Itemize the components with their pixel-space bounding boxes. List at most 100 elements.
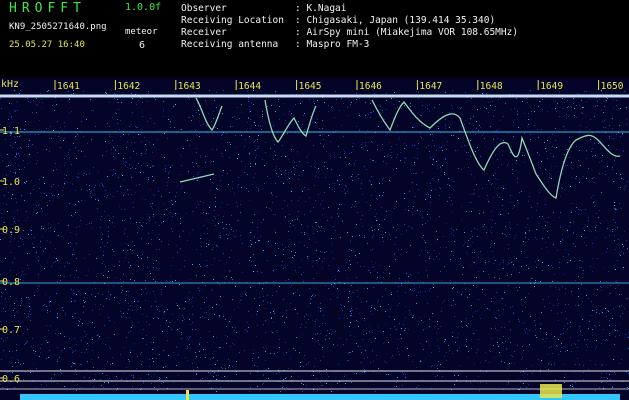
- noise-pixel: [468, 246, 469, 247]
- noise-pixel: [43, 177, 44, 178]
- noise-pixel: [164, 133, 165, 134]
- noise-pixel: [297, 151, 298, 152]
- noise-pixel: [16, 344, 17, 345]
- noise-pixel: [435, 124, 436, 125]
- noise-pixel: [27, 196, 28, 197]
- noise-pixel: [412, 145, 413, 146]
- noise-pixel: [105, 92, 106, 93]
- noise-pixel: [239, 180, 240, 181]
- noise-pixel: [143, 329, 144, 330]
- noise-pixel: [478, 130, 479, 131]
- noise-pixel: [408, 209, 409, 210]
- noise-pixel: [496, 292, 497, 293]
- noise-pixel: [14, 258, 15, 259]
- noise-pixel: [446, 376, 447, 377]
- noise-pixel: [251, 103, 252, 104]
- noise-pixel: [276, 373, 277, 374]
- noise-pixel: [353, 143, 354, 144]
- spectrogram-plot[interactable]: 1.11.00.90.80.70.6 1641 1642 1643 1644 1645 1…: [0, 78, 629, 400]
- noise-pixel: [413, 173, 414, 174]
- noise-pixel: [517, 109, 518, 110]
- noise-pixel: [592, 178, 593, 179]
- noise-pixel: [377, 196, 378, 197]
- noise-pixel: [311, 315, 312, 316]
- noise-pixel: [389, 247, 390, 248]
- noise-pixel: [8, 192, 9, 193]
- noise-pixel: [471, 174, 472, 175]
- noise-pixel: [610, 235, 611, 236]
- noise-pixel: [378, 368, 379, 369]
- noise-pixel: [196, 275, 197, 276]
- noise-pixel: [264, 165, 265, 166]
- noise-pixel: [320, 251, 321, 252]
- noise-pixel: [77, 384, 78, 385]
- noise-pixel: [424, 188, 425, 189]
- noise-pixel: [49, 151, 50, 152]
- noise-pixel: [226, 343, 227, 344]
- noise-pixel: [514, 351, 515, 352]
- noise-pixel: [437, 168, 438, 169]
- noise-pixel: [157, 334, 158, 335]
- noise-pixel: [382, 206, 383, 207]
- noise-pixel: [580, 125, 581, 126]
- noise-pixel: [420, 211, 421, 212]
- noise-pixel: [627, 387, 628, 388]
- noise-pixel: [108, 236, 109, 237]
- noise-pixel: [232, 126, 233, 127]
- noise-pixel: [108, 133, 109, 134]
- noise-pixel: [579, 267, 580, 268]
- noise-pixel: [569, 157, 570, 158]
- noise-pixel: [552, 187, 553, 188]
- noise-pixel: [616, 105, 617, 106]
- noise-pixel: [315, 202, 316, 203]
- noise-pixel: [579, 104, 580, 105]
- noise-pixel: [150, 270, 151, 271]
- noise-pixel: [167, 215, 168, 216]
- noise-pixel: [226, 357, 227, 358]
- noise-pixel: [303, 170, 304, 171]
- noise-pixel: [564, 203, 565, 204]
- noise-pixel: [62, 130, 63, 131]
- noise-pixel: [525, 242, 526, 243]
- noise-pixel: [207, 228, 208, 229]
- noise-pixel: [418, 292, 419, 293]
- noise-pixel: [409, 191, 410, 192]
- noise-pixel: [287, 133, 288, 134]
- noise-pixel: [494, 277, 495, 278]
- noise-pixel: [359, 235, 360, 236]
- noise-pixel: [209, 90, 210, 91]
- noise-pixel: [40, 241, 41, 242]
- noise-pixel: [222, 368, 223, 369]
- noise-pixel: [64, 386, 65, 387]
- noise-pixel: [280, 391, 281, 392]
- noise-pixel: [478, 376, 479, 377]
- noise-pixel: [577, 151, 578, 152]
- noise-pixel: [575, 382, 576, 383]
- noise-pixel: [19, 93, 20, 94]
- noise-pixel: [456, 229, 457, 230]
- noise-pixel: [171, 104, 172, 105]
- noise-pixel: [559, 92, 560, 93]
- noise-pixel: [534, 191, 535, 192]
- noise-pixel: [157, 169, 158, 170]
- noise-pixel: [163, 111, 164, 112]
- noise-pixel: [242, 236, 243, 237]
- noise-pixel: [601, 110, 602, 111]
- noise-pixel: [348, 267, 349, 268]
- noise-pixel: [63, 187, 64, 188]
- noise-pixel: [305, 289, 306, 290]
- noise-pixel: [319, 372, 320, 373]
- noise-pixel: [568, 203, 569, 204]
- noise-pixel: [349, 249, 350, 250]
- noise-pixel: [279, 265, 280, 266]
- noise-pixel: [588, 252, 589, 253]
- noise-pixel: [440, 247, 441, 248]
- noise-pixel: [388, 373, 389, 374]
- noise-pixel: [572, 302, 573, 303]
- noise-pixel: [121, 165, 122, 166]
- noise-pixel: [562, 173, 563, 174]
- noise-pixel: [542, 210, 543, 211]
- noise-pixel: [612, 130, 613, 131]
- noise-pixel: [58, 223, 59, 224]
- noise-pixel: [606, 160, 607, 161]
